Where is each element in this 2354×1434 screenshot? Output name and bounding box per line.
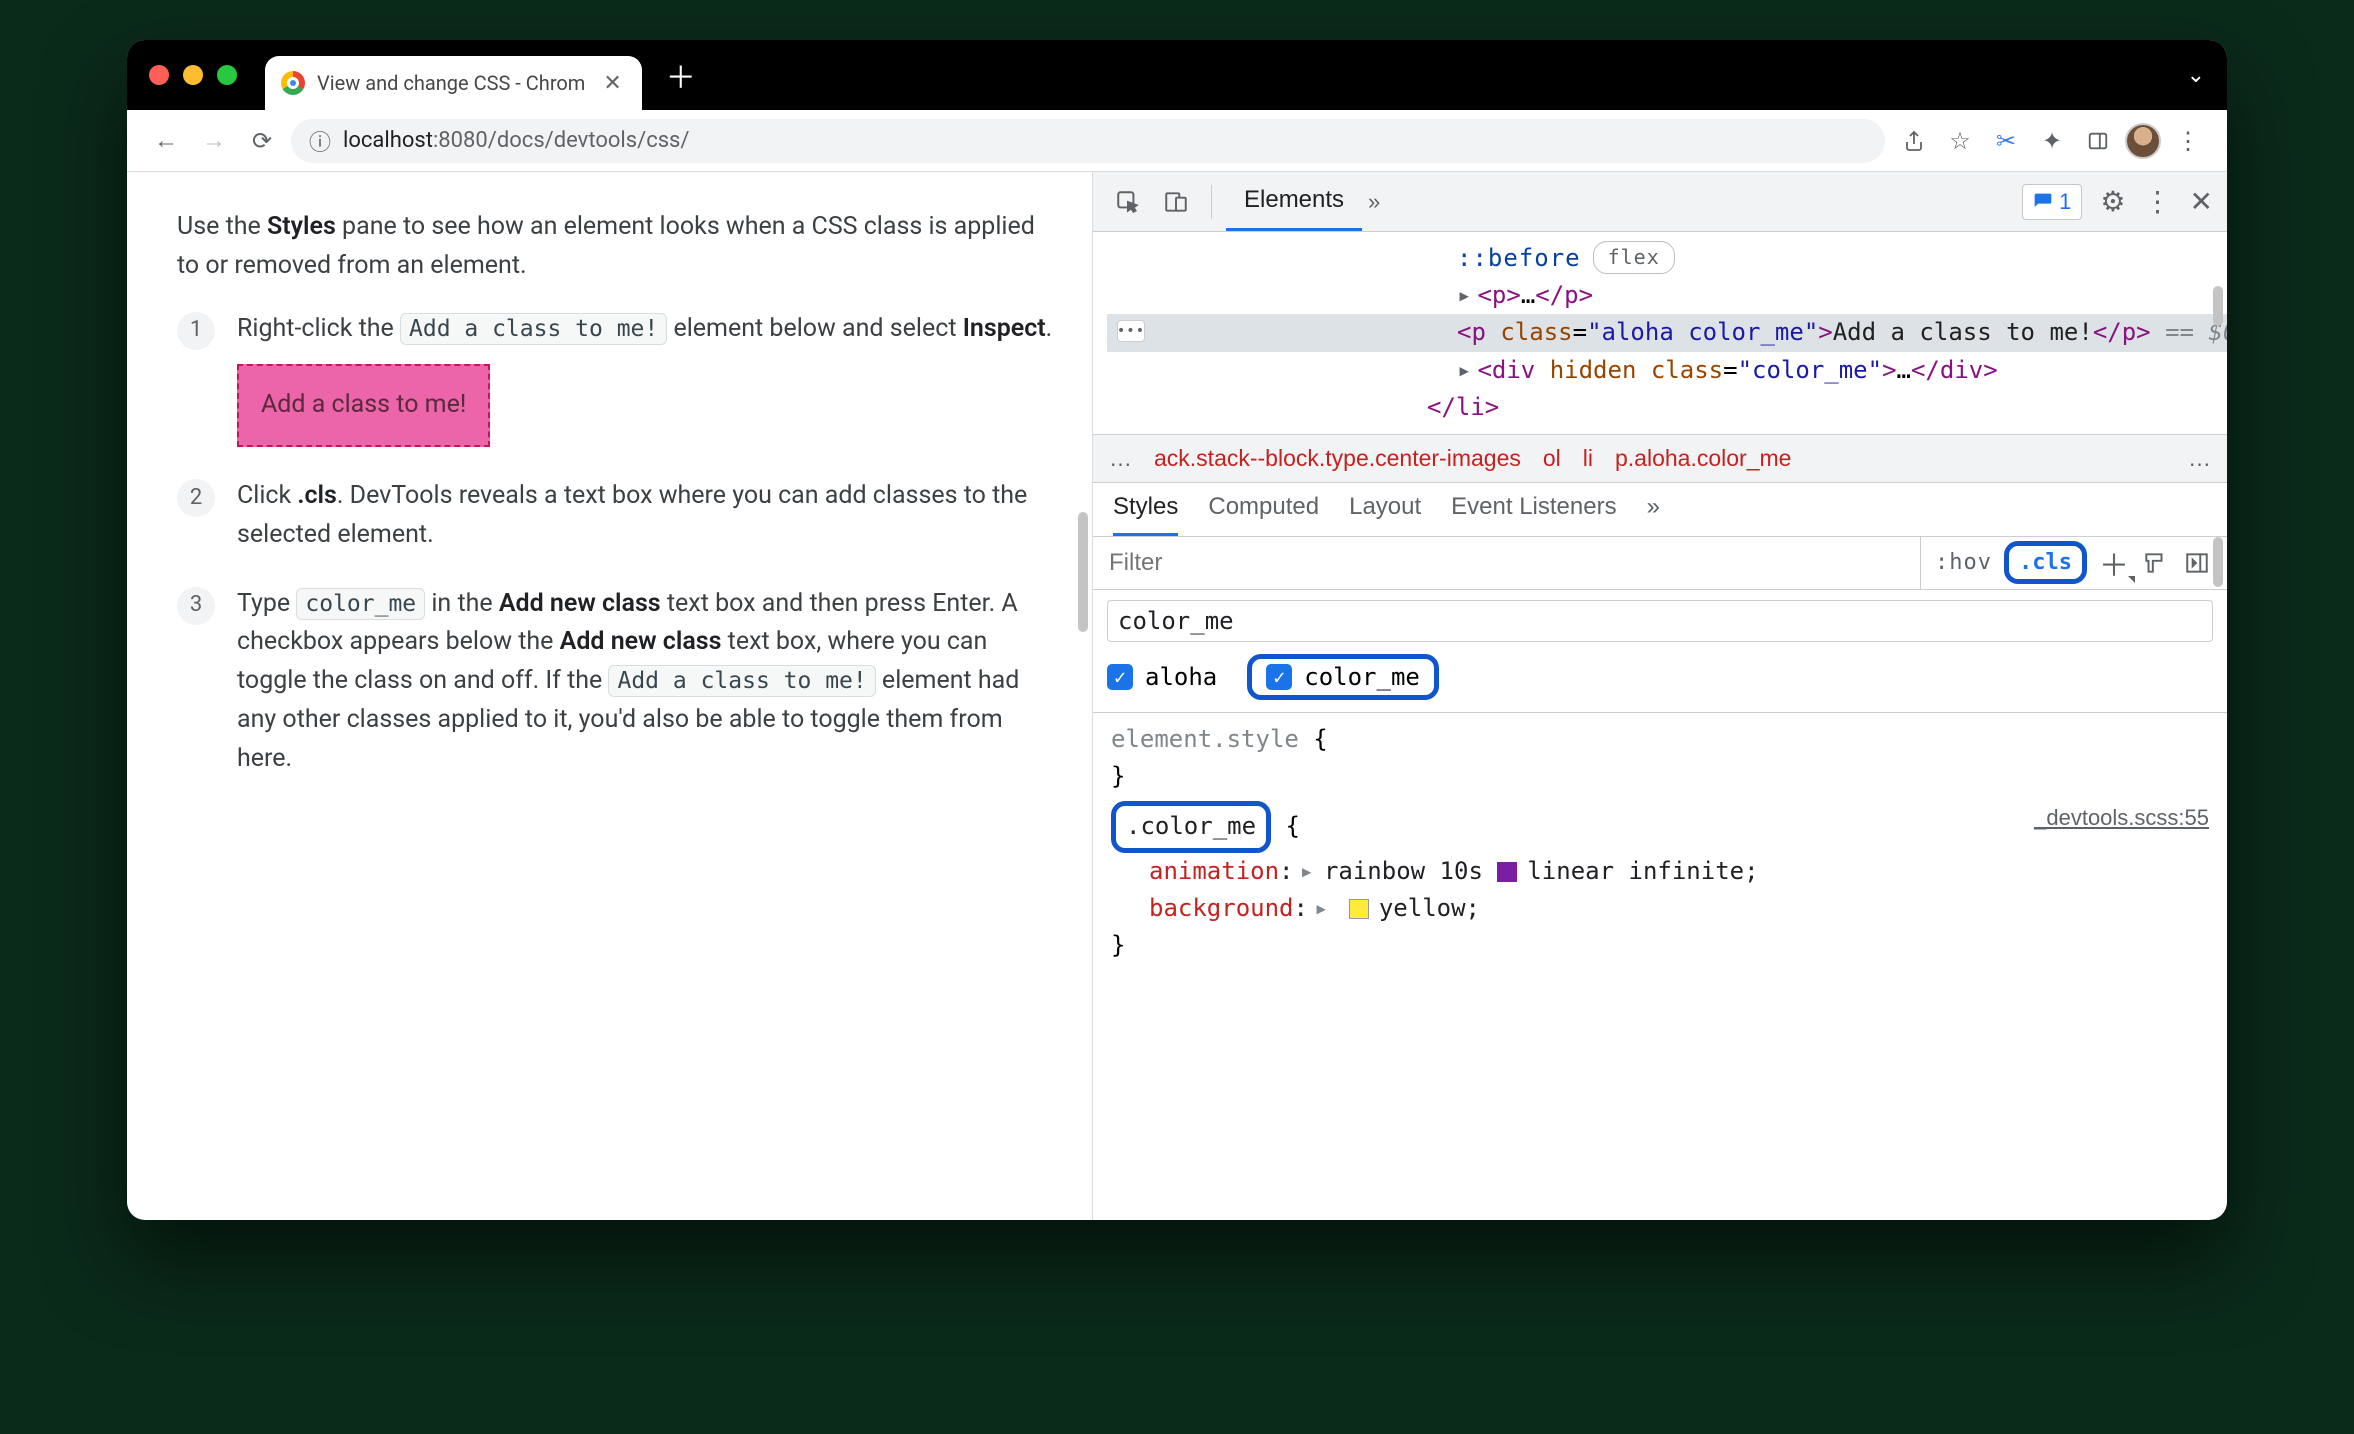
styles-filter-input[interactable] xyxy=(1093,537,1921,589)
close-window-button[interactable] xyxy=(149,65,169,85)
class-toggle-color-me[interactable]: ✓ color_me xyxy=(1247,654,1439,700)
chrome-favicon-icon xyxy=(281,71,305,95)
tab-close-icon[interactable]: ✕ xyxy=(603,71,621,96)
checkbox-checked-icon: ✓ xyxy=(1107,664,1133,690)
devtools-close-icon[interactable]: ✕ xyxy=(2190,185,2213,218)
subtab-computed[interactable]: Computed xyxy=(1208,493,1319,536)
window-titlebar: View and change CSS - Chrom ✕ ＋ ⌄ xyxy=(127,40,2227,110)
add-class-section: ✓ aloha ✓ color_me xyxy=(1093,590,2227,713)
bookmark-star-icon[interactable]: ☆ xyxy=(1941,122,1979,160)
browser-tab[interactable]: View and change CSS - Chrom ✕ xyxy=(265,56,642,110)
styles-subpanel-tabs: Styles Computed Layout Event Listeners » xyxy=(1093,483,2227,537)
step3-code-2: Add a class to me! xyxy=(608,665,875,697)
step-2: Click .cls. DevTools reveals a text box … xyxy=(177,477,1054,555)
share-icon[interactable] xyxy=(1895,122,1933,160)
tabs-overflow-icon[interactable]: ⌄ xyxy=(2187,63,2205,88)
style-declarations[interactable]: element.style { } .color_me { _devtools.… xyxy=(1093,713,2227,972)
class-toggle-aloha[interactable]: ✓ aloha xyxy=(1107,663,1217,691)
maximize-window-button[interactable] xyxy=(217,65,237,85)
chrome-menu-icon[interactable]: ⋮ xyxy=(2169,122,2207,160)
forward-button[interactable]: → xyxy=(195,122,233,160)
computed-panel-icon[interactable] xyxy=(2183,550,2213,576)
device-toolbar-icon[interactable] xyxy=(1155,181,1197,223)
dom-tree[interactable]: ::beforeflex ▸<p>…</p> ••• <p class="alo… xyxy=(1093,232,2227,434)
dom-before-pseudo[interactable]: ::beforeflex xyxy=(1457,240,2227,277)
tab-elements[interactable]: Elements xyxy=(1226,172,1362,231)
color-swatch-icon[interactable] xyxy=(1349,899,1369,919)
demo-add-class-box[interactable]: Add a class to me! xyxy=(237,364,490,447)
devtools-header: Elements » 1 ⚙ ⋮ ✕ xyxy=(1093,172,2227,232)
toolbar-actions: ☆ ✂ ✦ ⋮ xyxy=(1895,122,2207,160)
subtab-more-icon[interactable]: » xyxy=(1647,493,1660,536)
dom-scrollbar[interactable] xyxy=(2213,286,2223,326)
add-new-class-input[interactable] xyxy=(1107,600,2213,642)
checkbox-checked-icon: ✓ xyxy=(1266,664,1292,690)
rule-selector-color-me[interactable]: .color_me xyxy=(1111,801,1271,852)
new-tab-button[interactable]: ＋ xyxy=(666,53,696,97)
scissors-extension-icon[interactable]: ✂ xyxy=(1987,122,2025,160)
new-style-rule-icon[interactable]: ＋ xyxy=(2099,541,2129,585)
settings-gear-icon[interactable]: ⚙ xyxy=(2100,185,2125,218)
devtools-menu-icon[interactable]: ⋮ xyxy=(2144,185,2172,218)
subtab-layout[interactable]: Layout xyxy=(1349,493,1421,536)
cls-toggle[interactable]: .cls xyxy=(2004,541,2087,584)
crumb-li[interactable]: li xyxy=(1583,445,1593,472)
tab-title: View and change CSS - Chrom xyxy=(317,71,585,95)
subtab-event-listeners[interactable]: Event Listeners xyxy=(1451,493,1616,536)
devtools-panel: Elements » 1 ⚙ ⋮ ✕ ::beforeflex xyxy=(1093,172,2227,1220)
traffic-lights xyxy=(149,65,237,85)
inspect-element-icon[interactable] xyxy=(1107,181,1149,223)
page-scrollbar[interactable] xyxy=(1078,512,1088,632)
site-info-icon[interactable]: ⓘ xyxy=(309,125,331,157)
dom-p-collapsed[interactable]: ▸<p>…</p> xyxy=(1107,277,2227,314)
back-button[interactable]: ← xyxy=(147,122,185,160)
crumb-selected[interactable]: p.aloha.color_me xyxy=(1615,445,1791,472)
dom-li-close[interactable]: </li> xyxy=(1107,389,2227,426)
url-text: localhost:8080/docs/devtools/css/ xyxy=(343,128,689,153)
dom-breadcrumb[interactable]: … ack.stack--block.type.center-images ol… xyxy=(1093,434,2227,483)
address-bar[interactable]: ⓘ localhost:8080/docs/devtools/css/ xyxy=(291,119,1885,163)
step-1: Right-click the Add a class to me! eleme… xyxy=(177,310,1054,448)
dom-actions-icon[interactable]: ••• xyxy=(1117,320,1145,342)
step3-code: color_me xyxy=(296,588,425,620)
reload-button[interactable]: ⟳ xyxy=(243,122,281,160)
flex-badge[interactable]: flex xyxy=(1593,241,1675,274)
browser-window: View and change CSS - Chrom ✕ ＋ ⌄ ← → ⟳ … xyxy=(127,40,2227,1220)
minimize-window-button[interactable] xyxy=(183,65,203,85)
crumb-ol[interactable]: ol xyxy=(1543,445,1561,472)
page-content: Use the Styles pane to see how an elemen… xyxy=(127,172,1093,1220)
profile-avatar[interactable] xyxy=(2125,123,2161,159)
issues-badge[interactable]: 1 xyxy=(2022,184,2082,220)
timing-swatch-icon[interactable] xyxy=(1497,862,1517,882)
step-3: Type color_me in the Add new class text … xyxy=(177,585,1054,779)
format-icon[interactable] xyxy=(2141,550,2171,576)
intro-paragraph: Use the Styles pane to see how an elemen… xyxy=(177,208,1054,286)
tabs-more-icon[interactable]: » xyxy=(1368,189,1380,215)
dom-selected-node[interactable]: ••• <p class="aloha color_me">Add a clas… xyxy=(1107,314,2227,351)
step1-code: Add a class to me! xyxy=(400,313,667,345)
hov-toggle[interactable]: :hov xyxy=(1935,550,1992,575)
side-panel-icon[interactable] xyxy=(2079,122,2117,160)
subtab-styles[interactable]: Styles xyxy=(1113,493,1178,536)
dom-div-hidden[interactable]: ▸<div hidden class="color_me">…</div> xyxy=(1107,352,2227,389)
rule-source-link[interactable]: _devtools.scss:55 xyxy=(2034,801,2209,835)
element-style-rule[interactable]: element.style { } xyxy=(1111,721,2209,795)
color-me-rule[interactable]: .color_me { _devtools.scss:55 animation:… xyxy=(1111,801,2209,964)
browser-toolbar: ← → ⟳ ⓘ localhost:8080/docs/devtools/css… xyxy=(127,110,2227,172)
styles-filter-row: :hov .cls ＋ xyxy=(1093,537,2227,590)
crumb-stack[interactable]: ack.stack--block.type.center-images xyxy=(1154,445,1521,472)
extensions-puzzle-icon[interactable]: ✦ xyxy=(2033,122,2071,160)
